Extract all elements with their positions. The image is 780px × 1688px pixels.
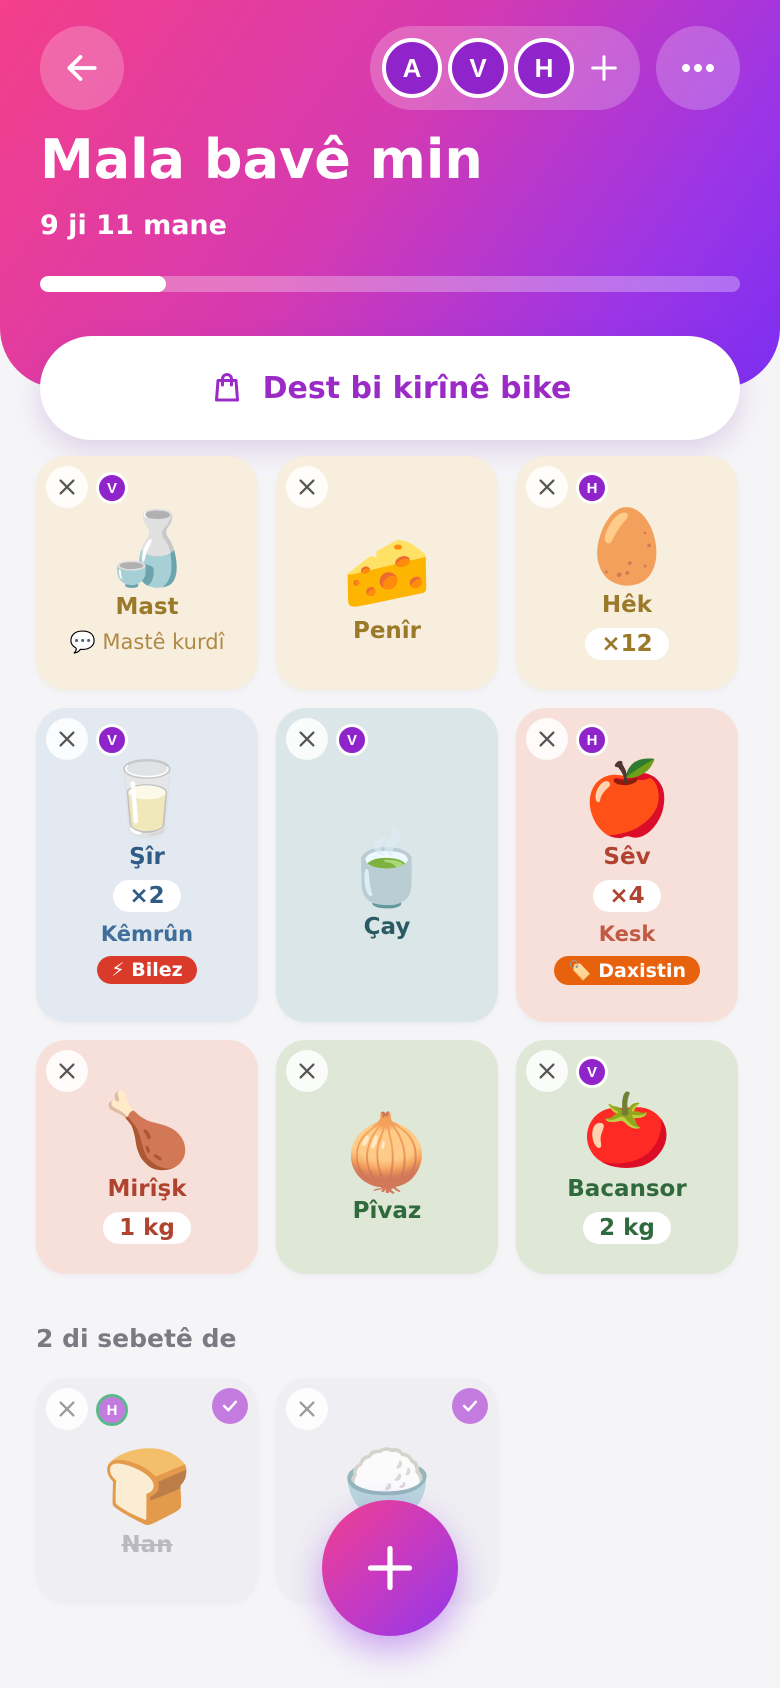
item-card[interactable]: V 🍶 Mast 💬 Mastê kurdî <box>36 456 258 690</box>
in-basket-heading: 2 di sebetê de <box>36 1324 237 1353</box>
item-emoji: 🍎 <box>582 756 672 840</box>
close-icon <box>299 731 315 747</box>
member-avatar[interactable]: A <box>382 38 442 98</box>
item-card[interactable]: H 🥚 Hêk ×12 <box>516 456 738 690</box>
start-shopping-label: Dest bi kirînê bike <box>262 370 572 406</box>
item-card[interactable]: V 🥛 Şîr ×2 Kêmrûn ⚡ Bilez <box>36 708 258 1022</box>
checked-badge[interactable] <box>452 1388 488 1424</box>
check-icon <box>222 1400 238 1412</box>
progress-bar <box>40 276 740 292</box>
back-button[interactable] <box>40 26 124 110</box>
check-icon <box>462 1400 478 1412</box>
remove-item-button[interactable] <box>46 1050 88 1092</box>
remove-item-button[interactable] <box>286 466 328 508</box>
page-title: Mala bavê min <box>40 128 483 191</box>
item-note: 💬 Mastê kurdî <box>69 630 225 654</box>
item-emoji: 🍅 <box>582 1088 672 1172</box>
basket-item-card[interactable]: H 🍞 Nan <box>36 1378 258 1602</box>
item-owner-avatar: V <box>336 724 368 756</box>
item-name: Mirîşk <box>107 1176 187 1202</box>
close-icon <box>59 479 75 495</box>
close-icon <box>59 1401 75 1417</box>
close-icon <box>299 479 315 495</box>
remaining-count: 9 ji 11 mane <box>40 210 227 241</box>
item-name: Mast <box>115 594 179 620</box>
remove-item-button[interactable] <box>526 718 568 760</box>
item-emoji: 🍶 <box>102 506 192 590</box>
checked-badge[interactable] <box>212 1388 248 1424</box>
item-owner-avatar: V <box>96 724 128 756</box>
close-icon <box>539 1063 555 1079</box>
plus-icon <box>367 1545 413 1591</box>
urgent-tag: ⚡ Bilez <box>97 956 197 984</box>
start-shopping-button[interactable]: Dest bi kirînê bike <box>40 336 740 440</box>
item-owner-avatar: H <box>576 472 608 504</box>
remove-item-button[interactable] <box>46 718 88 760</box>
item-name: Nan <box>121 1532 173 1558</box>
arrow-left-icon <box>67 55 97 81</box>
add-member-button[interactable] <box>584 48 624 88</box>
item-name: Penîr <box>352 618 422 644</box>
member-avatar[interactable]: H <box>514 38 574 98</box>
item-emoji: 🧅 <box>342 1110 432 1194</box>
item-emoji: 🧀 <box>342 530 432 614</box>
discount-tag: 🏷️ Daxistin <box>553 956 701 985</box>
item-name: Hêk <box>601 592 653 618</box>
close-icon <box>59 1063 75 1079</box>
close-icon <box>59 731 75 747</box>
remove-item-button[interactable] <box>526 1050 568 1092</box>
item-card[interactable]: 🧅 Pîvaz <box>276 1040 498 1274</box>
item-quantity: 1 kg <box>103 1212 191 1244</box>
item-quantity: ×2 <box>113 880 181 912</box>
item-emoji: 🍗 <box>102 1088 192 1172</box>
item-emoji: 🥚 <box>582 504 672 588</box>
item-emoji: 🍵 <box>342 826 432 910</box>
more-horizontal-icon <box>682 64 714 72</box>
item-variant: Kêmrûn <box>100 922 194 946</box>
remove-item-button[interactable] <box>526 466 568 508</box>
item-emoji: 🍞 <box>102 1444 192 1528</box>
item-card[interactable]: H 🍎 Sêv ×4 Kesk 🏷️ Daxistin <box>516 708 738 1022</box>
item-variant: Kesk <box>598 922 656 946</box>
item-quantity: 2 kg <box>583 1212 671 1244</box>
item-name: Çay <box>363 914 411 940</box>
member-avatar[interactable]: V <box>448 38 508 98</box>
item-owner-avatar: V <box>576 1056 608 1088</box>
header: A V H Mala bavê min 9 ji 11 mane <box>0 0 780 388</box>
close-icon <box>539 731 555 747</box>
close-icon <box>299 1063 315 1079</box>
close-icon <box>539 479 555 495</box>
remove-item-button[interactable] <box>46 466 88 508</box>
members-group: A V H <box>370 26 640 110</box>
item-card[interactable]: 🍗 Mirîşk 1 kg <box>36 1040 258 1274</box>
item-owner-avatar: V <box>96 472 128 504</box>
remove-item-button[interactable] <box>286 1050 328 1092</box>
item-quantity: ×12 <box>585 628 669 660</box>
remove-item-button[interactable] <box>286 1388 328 1430</box>
shopping-bag-icon <box>214 373 239 402</box>
progress-fill <box>40 276 166 292</box>
remove-item-button[interactable] <box>46 1388 88 1430</box>
item-name: Bacansor <box>567 1176 687 1202</box>
item-card[interactable]: 🧀 Penîr <box>276 456 498 690</box>
more-button[interactable] <box>656 26 740 110</box>
add-item-button[interactable] <box>322 1500 458 1636</box>
item-card[interactable]: V 🍵 Çay <box>276 708 498 1022</box>
item-owner-avatar: H <box>576 724 608 756</box>
item-emoji: 🥛 <box>102 756 192 840</box>
item-card[interactable]: V 🍅 Bacansor 2 kg <box>516 1040 738 1274</box>
item-name: Pîvaz <box>352 1198 422 1224</box>
remove-item-button[interactable] <box>286 718 328 760</box>
item-name: Sêv <box>603 844 651 870</box>
item-name: Şîr <box>129 844 165 870</box>
close-icon <box>299 1401 315 1417</box>
plus-icon <box>591 55 617 81</box>
item-quantity: ×4 <box>593 880 661 912</box>
item-owner-avatar: H <box>96 1394 128 1426</box>
